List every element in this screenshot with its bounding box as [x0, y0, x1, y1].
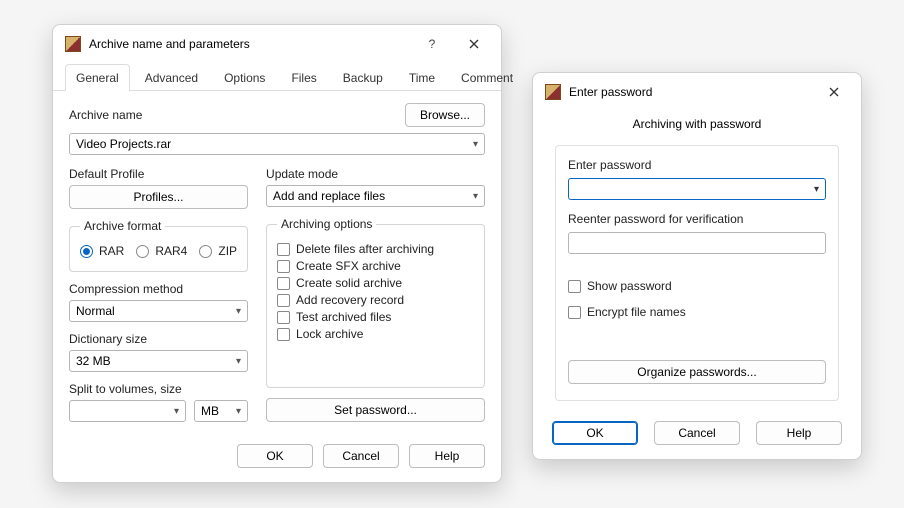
opt-create-sfx[interactable]: Create SFX archive — [277, 259, 474, 273]
compression-label: Compression method — [69, 282, 248, 296]
update-mode-select[interactable]: Add and replace files▾ — [266, 185, 485, 207]
archiving-options-group: Archiving options Delete files after arc… — [266, 217, 485, 388]
close-icon[interactable] — [817, 81, 851, 103]
help-icon[interactable]: ? — [415, 33, 449, 55]
archive-format-group: Archive format RAR RAR4 ZIP — [69, 219, 248, 272]
archiving-options-legend: Archiving options — [277, 217, 376, 231]
help-button[interactable]: Help — [756, 421, 842, 445]
archive-name-value: Video Projects.rar — [76, 137, 171, 151]
chevron-down-icon: ▾ — [473, 139, 478, 150]
archive-params-dialog: Archive name and parameters ? General Ad… — [52, 24, 502, 483]
opt-test-archived[interactable]: Test archived files — [277, 310, 474, 324]
format-rar4-radio[interactable]: RAR4 — [136, 244, 187, 258]
set-password-button[interactable]: Set password... — [266, 398, 485, 422]
tab-backup[interactable]: Backup — [332, 64, 394, 91]
opt-recovery-record[interactable]: Add recovery record — [277, 293, 474, 307]
tab-files[interactable]: Files — [280, 64, 327, 91]
chevron-down-icon: ▾ — [236, 356, 241, 367]
ok-button[interactable]: OK — [237, 444, 313, 468]
app-icon — [545, 84, 561, 100]
archive-format-legend: Archive format — [80, 219, 165, 233]
titlebar: Enter password — [533, 73, 861, 109]
ok-button[interactable]: OK — [552, 421, 638, 445]
browse-button[interactable]: Browse... — [405, 103, 485, 127]
dictionary-label: Dictionary size — [69, 332, 248, 346]
titlebar: Archive name and parameters ? — [53, 25, 501, 61]
tab-time[interactable]: Time — [398, 64, 446, 91]
dialog-title: Enter password — [569, 85, 809, 99]
default-profile-label: Default Profile — [69, 167, 248, 181]
dialog-title: Archive name and parameters — [89, 37, 407, 51]
opt-delete-after[interactable]: Delete files after archiving — [277, 242, 474, 256]
help-button[interactable]: Help — [409, 444, 485, 468]
opt-create-solid[interactable]: Create solid archive — [277, 276, 474, 290]
chevron-down-icon: ▾ — [473, 191, 478, 202]
cancel-button[interactable]: Cancel — [654, 421, 740, 445]
split-label: Split to volumes, size — [69, 382, 248, 396]
password-subtitle: Archiving with password — [533, 109, 861, 135]
format-rar-radio[interactable]: RAR — [80, 244, 124, 258]
enter-password-input[interactable]: ▾ — [568, 178, 826, 200]
tab-options[interactable]: Options — [213, 64, 276, 91]
compression-select[interactable]: Normal▾ — [69, 300, 248, 322]
dictionary-select[interactable]: 32 MB▾ — [69, 350, 248, 372]
chevron-down-icon: ▾ — [236, 406, 241, 417]
archive-name-label: Archive name — [69, 108, 142, 122]
split-unit-select[interactable]: MB▾ — [194, 400, 248, 422]
profiles-button[interactable]: Profiles... — [69, 185, 248, 209]
archive-name-input[interactable]: Video Projects.rar ▾ — [69, 133, 485, 155]
app-icon — [65, 36, 81, 52]
password-group: Enter password ▾ Reenter password for ve… — [555, 145, 839, 401]
opt-lock-archive[interactable]: Lock archive — [277, 327, 474, 341]
enter-password-dialog: Enter password Archiving with password E… — [532, 72, 862, 460]
dialog-footer: OK Cancel Help — [53, 436, 501, 482]
chevron-down-icon: ▾ — [236, 306, 241, 317]
encrypt-filenames-check[interactable]: Encrypt file names — [568, 305, 826, 319]
tab-advanced[interactable]: Advanced — [134, 64, 209, 91]
tab-general[interactable]: General — [65, 64, 130, 91]
show-password-check[interactable]: Show password — [568, 279, 826, 293]
chevron-down-icon: ▾ — [814, 184, 819, 195]
reenter-password-input[interactable] — [568, 232, 826, 254]
update-mode-label: Update mode — [266, 167, 485, 181]
tabs: General Advanced Options Files Backup Ti… — [53, 63, 501, 91]
enter-password-label: Enter password — [568, 158, 826, 172]
tab-comment[interactable]: Comment — [450, 64, 524, 91]
cancel-button[interactable]: Cancel — [323, 444, 399, 468]
dialog-footer: OK Cancel Help — [533, 413, 861, 459]
close-icon[interactable] — [457, 33, 491, 55]
reenter-password-label: Reenter password for verification — [568, 212, 826, 226]
organize-passwords-button[interactable]: Organize passwords... — [568, 360, 826, 384]
format-zip-radio[interactable]: ZIP — [199, 244, 237, 258]
chevron-down-icon: ▾ — [174, 406, 179, 417]
split-size-input[interactable]: ▾ — [69, 400, 186, 422]
